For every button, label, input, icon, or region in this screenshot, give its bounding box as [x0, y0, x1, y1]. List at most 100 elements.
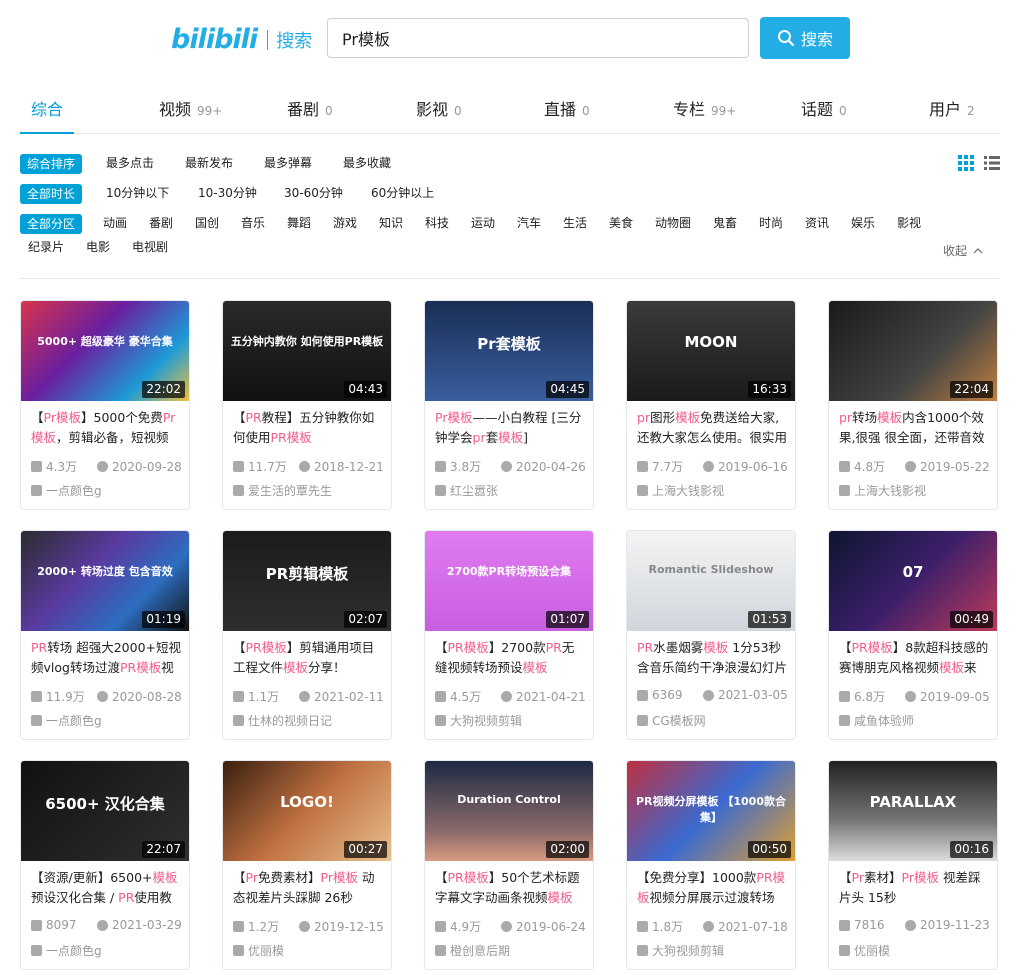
tab-topic[interactable]: 话题 0: [801, 96, 847, 120]
uploader[interactable]: 橙创意后期: [435, 942, 510, 959]
video-thumbnail[interactable]: Duration Control 02:00: [425, 761, 593, 861]
video-thumbnail[interactable]: 07 00:49: [829, 531, 997, 631]
video-card[interactable]: 5000+ 超级豪华 豪华合集 22:02 【Pr模板】5000个免费Pr模板，剪辑…: [20, 300, 190, 510]
filter-option[interactable]: 时尚: [759, 214, 783, 231]
filter-option[interactable]: 娱乐: [851, 214, 875, 231]
uploader[interactable]: 仕林的视频日记: [233, 712, 332, 729]
uploader[interactable]: 红尘嚣张: [435, 482, 498, 499]
video-thumbnail[interactable]: 6500+ 汉化合集 22:07: [21, 761, 189, 861]
uploader[interactable]: 上海大钱影视: [839, 482, 926, 499]
video-card[interactable]: LOGO! 00:27 【Pr免费素材】Pr模板 动态视差片头踩脚 26秒 1.2万 2…: [222, 760, 392, 970]
video-card[interactable]: 2700款PR转场预设合集 01:07 【PR模板】2700款PR无缝视频转场预设模…: [424, 530, 594, 740]
video-title[interactable]: 【PR模板】8款超科技感的赛博朋克风格视频模板来: [839, 638, 989, 680]
video-thumbnail[interactable]: Romantic Slideshow 01:53: [627, 531, 795, 631]
video-thumbnail[interactable]: 5000+ 超级豪华 豪华合集 22:02: [21, 301, 189, 401]
filter-option[interactable]: 30-60分钟: [284, 184, 343, 201]
filter-option[interactable]: 60分钟以上: [371, 184, 434, 201]
filter-option[interactable]: 最新发布: [185, 154, 233, 171]
video-card[interactable]: 五分钟内教你 如何使用PR模板 04:43 【PR教程】五分钟教你如何使用PR模板 1…: [222, 300, 392, 510]
filter-option[interactable]: 国创: [195, 214, 219, 231]
bilibili-logo[interactable]: bilibili 搜索: [171, 24, 312, 55]
video-thumbnail[interactable]: PARALLAX 00:16: [829, 761, 997, 861]
tab-article[interactable]: 专栏 99+: [673, 96, 736, 120]
uploader[interactable]: 优丽模: [839, 942, 890, 959]
uploader[interactable]: CG模板网: [637, 712, 706, 729]
video-card[interactable]: 2000+ 转场过度 包含音效 01:19 PR转场 超强大2000+短视频vlog…: [20, 530, 190, 740]
tab-all[interactable]: 综合: [31, 96, 63, 120]
video-thumbnail[interactable]: LOGO! 00:27: [223, 761, 391, 861]
uploader[interactable]: 一点颜色g: [31, 942, 102, 959]
filter-option[interactable]: 最多点击: [106, 154, 154, 171]
filter-option[interactable]: 10分钟以下: [106, 184, 169, 201]
filter-option[interactable]: 全部分区: [20, 214, 83, 234]
filter-option[interactable]: 电影: [86, 238, 110, 255]
video-title[interactable]: Pr模板——小白教程 [三分钟学会pr套模板]: [435, 408, 585, 450]
uploader[interactable]: 上海大钱影视: [637, 482, 724, 499]
video-thumbnail[interactable]: 2700款PR转场预设合集 01:07: [425, 531, 593, 631]
tab-film[interactable]: 影视 0: [416, 96, 462, 120]
video-thumbnail[interactable]: 五分钟内教你 如何使用PR模板 04:43: [223, 301, 391, 401]
video-thumbnail[interactable]: PR剪辑模板 02:07: [223, 531, 391, 631]
uploader[interactable]: 大狗视频剪辑: [637, 942, 724, 959]
filter-option[interactable]: 游戏: [333, 214, 357, 231]
tab-user[interactable]: 用户 2: [929, 96, 975, 120]
video-card[interactable]: 22:04 pr转场模板内含1000个效果,很强 很全面，还带音效 4.8万 2019…: [828, 300, 998, 510]
filter-option[interactable]: 运动: [471, 214, 495, 231]
collapse-filters-button[interactable]: 收起: [943, 242, 983, 259]
video-title[interactable]: 【PR模板】50个艺术标题字幕文字动画条视频模板: [435, 868, 585, 910]
filter-option[interactable]: 最多收藏: [343, 154, 391, 171]
uploader[interactable]: 一点颜色g: [31, 712, 102, 729]
list-view-icon[interactable]: [984, 155, 1000, 171]
video-card[interactable]: PARALLAX 00:16 【Pr素材】Pr模板 视差踩片头 15秒 7816 201…: [828, 760, 998, 970]
filter-option[interactable]: 科技: [425, 214, 449, 231]
video-card[interactable]: 07 00:49 【PR模板】8款超科技感的赛博朋克风格视频模板来 6.8万 2019-…: [828, 530, 998, 740]
video-title[interactable]: 【Pr模板】5000个免费Pr模板，剪辑必备，短视频vlog: [31, 408, 181, 450]
video-title[interactable]: pr转场模板内含1000个效果,很强 很全面，还带音效: [839, 408, 989, 450]
video-title[interactable]: PR转场 超强大2000+短视频vlog转场过渡PR模板视频: [31, 638, 181, 680]
filter-option[interactable]: 动画: [103, 214, 127, 231]
uploader[interactable]: 爱生活的覃先生: [233, 482, 332, 499]
filter-option[interactable]: 电视剧: [132, 238, 168, 255]
filter-option[interactable]: 最多弹幕: [264, 154, 312, 171]
uploader[interactable]: 一点颜色g: [31, 482, 102, 499]
video-title[interactable]: 【资源/更新】6500+模板预设汉化合集 / PR使用教程: [31, 868, 181, 910]
filter-option[interactable]: 全部时长: [20, 184, 83, 204]
filter-option[interactable]: 音乐: [241, 214, 265, 231]
video-thumbnail[interactable]: PR视频分屏模板 【1000款合集】 00:50: [627, 761, 795, 861]
filter-option[interactable]: 番剧: [149, 214, 173, 231]
filter-option[interactable]: 影视: [897, 214, 921, 231]
filter-option[interactable]: 舞蹈: [287, 214, 311, 231]
tab-live[interactable]: 直播 0: [544, 96, 590, 120]
video-card[interactable]: Duration Control 02:00 【PR模板】50个艺术标题字幕文字动画…: [424, 760, 594, 970]
tab-video[interactable]: 视频 99+: [159, 96, 222, 120]
tab-bangumi[interactable]: 番剧 0: [287, 96, 333, 120]
filter-option[interactable]: 资讯: [805, 214, 829, 231]
filter-option[interactable]: 综合排序: [20, 154, 83, 174]
video-title[interactable]: 【PR教程】五分钟教你如何使用PR模板: [233, 408, 383, 450]
video-title[interactable]: 【免费分享】1000款PR模板视频分屏展示过渡转场预: [637, 868, 787, 910]
filter-option[interactable]: 动物圈: [655, 214, 691, 231]
uploader[interactable]: 优丽模: [233, 942, 284, 959]
video-card[interactable]: PR剪辑模板 02:07 【PR模板】剪辑通用项目工程文件模板分享！ 1.1万 2021…: [222, 530, 392, 740]
filter-option[interactable]: 生活: [563, 214, 587, 231]
filter-option[interactable]: 鬼畜: [713, 214, 737, 231]
video-thumbnail[interactable]: MOON 16:33: [627, 301, 795, 401]
filter-option[interactable]: 10-30分钟: [198, 184, 257, 201]
filter-option[interactable]: 美食: [609, 214, 633, 231]
video-card[interactable]: Pr套模板 04:45 Pr模板——小白教程 [三分钟学会pr套模板] 3.8万 202…: [424, 300, 594, 510]
grid-view-icon[interactable]: [958, 155, 974, 171]
video-thumbnail[interactable]: Pr套模板 04:45: [425, 301, 593, 401]
video-title[interactable]: PR水墨烟雾模板 1分53秒含音乐简约干净浪漫幻灯片照: [637, 638, 787, 680]
filter-option[interactable]: 汽车: [517, 214, 541, 231]
video-card[interactable]: PR视频分屏模板 【1000款合集】 00:50 【免费分享】1000款PR模板视频…: [626, 760, 796, 970]
search-button[interactable]: 搜索: [760, 17, 850, 59]
video-title[interactable]: 【PR模板】剪辑通用项目工程文件模板分享！: [233, 638, 383, 680]
video-card[interactable]: 6500+ 汉化合集 22:07 【资源/更新】6500+模板预设汉化合集 / PR…: [20, 760, 190, 970]
video-title[interactable]: pr图形模板免费送给大家,还教大家怎么使用。很实用: [637, 408, 787, 450]
video-title[interactable]: 【Pr免费素材】Pr模板 动态视差片头踩脚 26秒: [233, 868, 383, 910]
video-thumbnail[interactable]: 2000+ 转场过度 包含音效 01:19: [21, 531, 189, 631]
filter-option[interactable]: 纪录片: [28, 238, 64, 255]
uploader[interactable]: 咸鱼体验师: [839, 712, 914, 729]
video-card[interactable]: MOON 16:33 pr图形模板免费送给大家,还教大家怎么使用。很实用 7.7万 20…: [626, 300, 796, 510]
search-input[interactable]: Pr模板: [327, 18, 749, 58]
